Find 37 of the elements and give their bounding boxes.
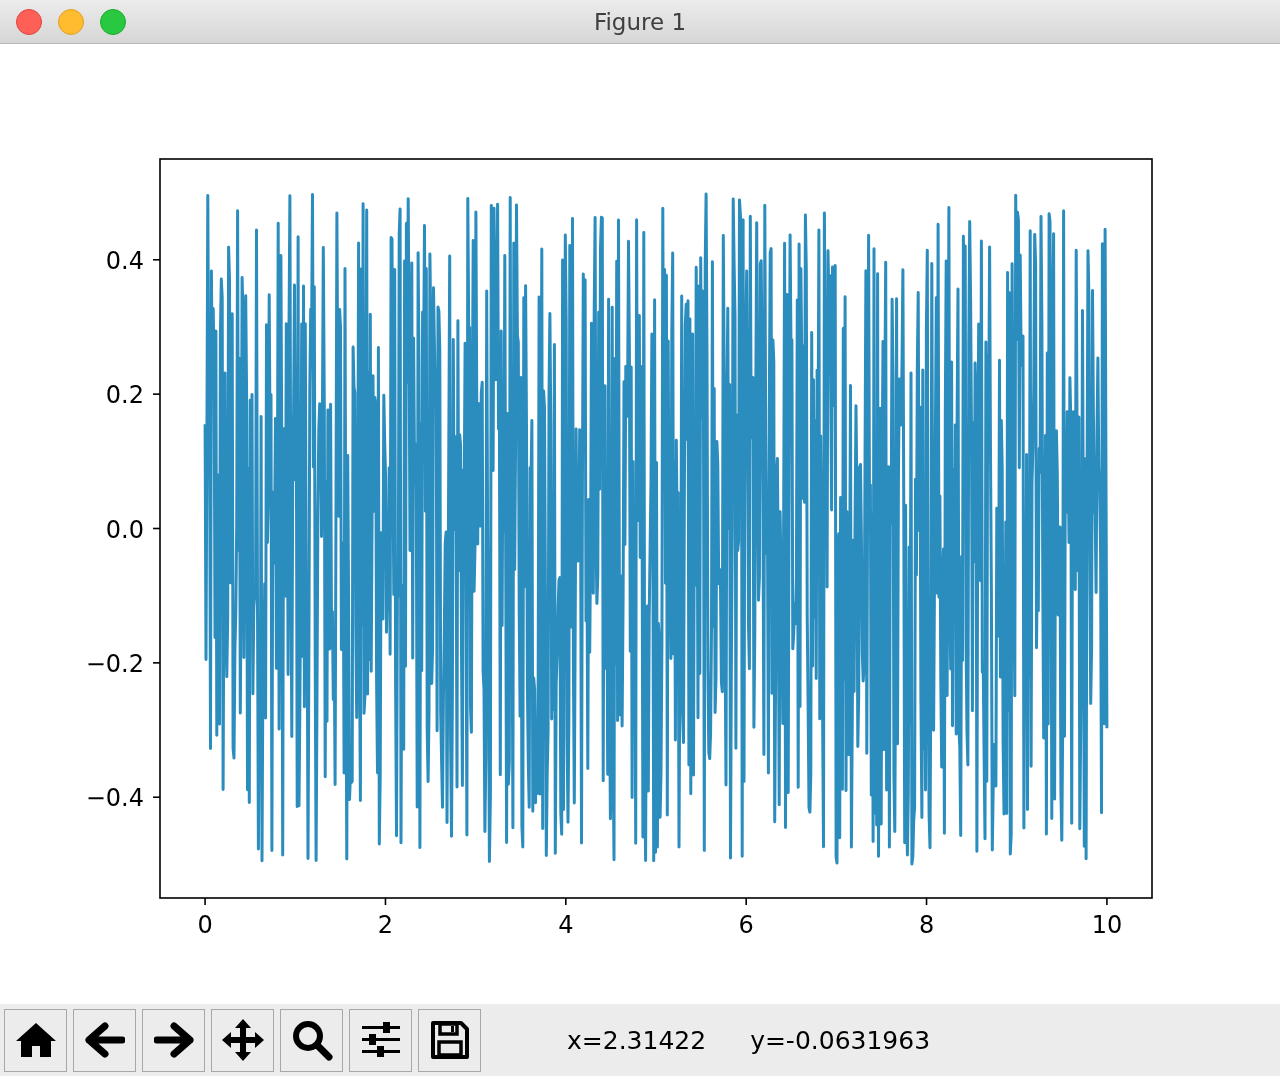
close-button[interactable] xyxy=(16,8,42,35)
tick-mark xyxy=(204,897,206,906)
search-icon xyxy=(290,1019,333,1061)
tick-mark xyxy=(384,897,387,906)
tick-label: −0.2 xyxy=(85,649,144,678)
tick-mark xyxy=(152,393,161,395)
home-button[interactable] xyxy=(4,1008,67,1072)
tick-mark xyxy=(565,897,567,906)
zoom-button[interactable] xyxy=(280,1008,343,1072)
y-coordinate-readout: y=-0.0631963 xyxy=(750,1025,931,1055)
tick-label: 4 xyxy=(558,911,574,939)
tick-mark xyxy=(925,897,928,906)
tick-mark xyxy=(152,662,161,664)
window-title: Figure 1 xyxy=(593,8,687,35)
tick-mark xyxy=(152,527,161,530)
tick-label: 0.0 xyxy=(105,515,144,544)
tick-mark xyxy=(152,796,161,799)
tick-label: 0.2 xyxy=(105,381,144,410)
sliders-icon xyxy=(360,1021,401,1059)
tick-mark xyxy=(152,258,161,261)
tick-label: 10 xyxy=(1091,911,1123,939)
forward-button[interactable] xyxy=(142,1008,205,1072)
tick-label: 0 xyxy=(197,911,213,939)
pan-button[interactable] xyxy=(211,1008,274,1072)
tick-label: 8 xyxy=(918,911,935,939)
right-arrow-icon xyxy=(153,1022,194,1058)
tick-label: 2 xyxy=(377,911,394,939)
save-button[interactable] xyxy=(418,1008,481,1072)
tick-label: −0.4 xyxy=(85,784,144,813)
tick-mark xyxy=(1106,897,1108,906)
x-coordinate-readout: x=2.31422 xyxy=(567,1025,707,1055)
tick-label: 0.4 xyxy=(105,246,144,275)
back-button[interactable] xyxy=(73,1008,136,1072)
left-arrow-icon xyxy=(84,1022,125,1058)
tick-label: 6 xyxy=(738,911,754,939)
tick-mark xyxy=(745,897,747,906)
subplots-button[interactable] xyxy=(349,1008,412,1072)
